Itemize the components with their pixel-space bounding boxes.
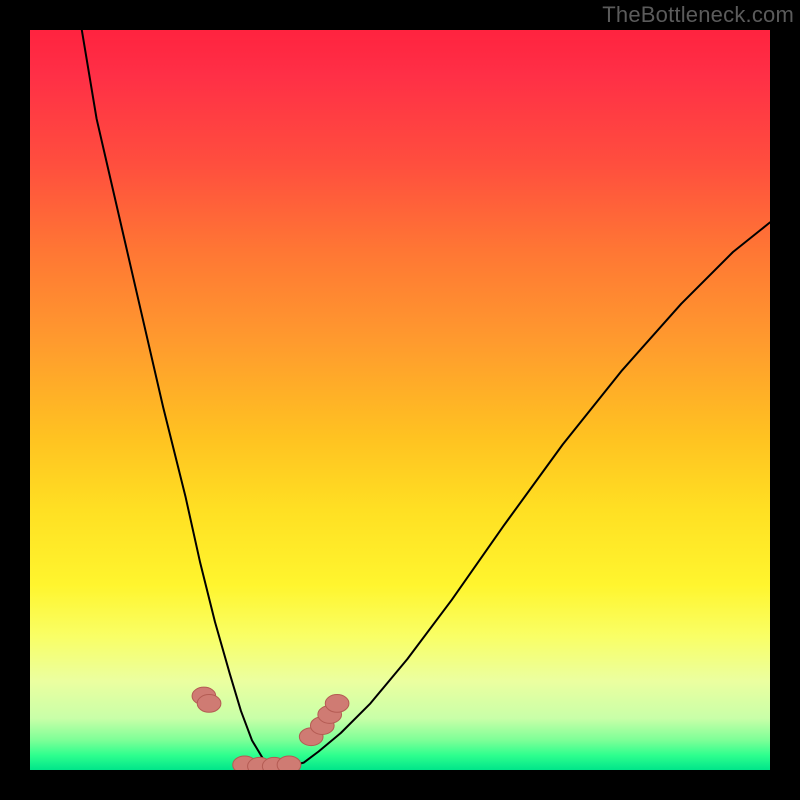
watermark-label: TheBottleneck.com bbox=[602, 2, 794, 28]
marker-right-cluster bbox=[325, 695, 349, 713]
data-markers bbox=[192, 687, 349, 770]
chart-plot-area bbox=[30, 30, 770, 770]
marker-valley-floor bbox=[277, 756, 301, 770]
chart-svg bbox=[30, 30, 770, 770]
bottleneck-curve bbox=[82, 30, 770, 766]
chart-frame: TheBottleneck.com bbox=[0, 0, 800, 800]
marker-left-cluster bbox=[197, 695, 221, 713]
